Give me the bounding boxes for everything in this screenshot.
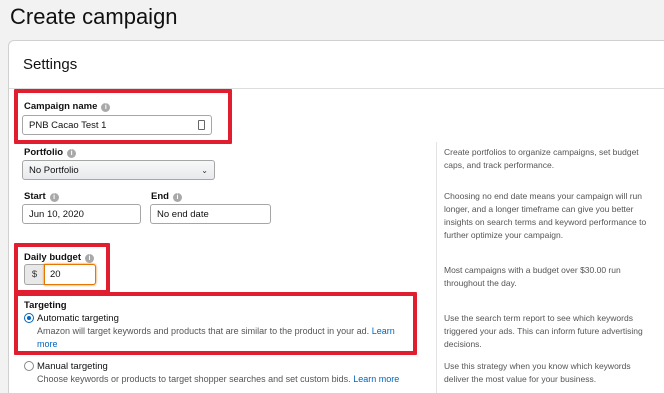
portfolio-select[interactable]: No Portfolio ⌄ [22, 160, 215, 180]
manual-targeting-radio[interactable] [24, 361, 34, 371]
highlight-box-daily-budget [14, 243, 110, 294]
info-icon[interactable]: i [172, 193, 182, 202]
settings-title: Settings [23, 56, 78, 73]
portfolio-label: Portfolio i [24, 147, 77, 158]
chevron-down-icon: ⌄ [201, 165, 208, 175]
portfolio-label-text: Portfolio [24, 147, 64, 158]
manual-targeting-learn-more-link[interactable]: Learn more [353, 374, 399, 384]
manual-targeting-help: Use this strategy when you know which ke… [444, 361, 631, 384]
highlight-box-campaign-name [14, 89, 232, 144]
manual-targeting-description-text: Choose keywords or products to target sh… [37, 374, 351, 384]
portfolio-help: Create portfolios to organize campaigns,… [444, 147, 639, 170]
info-icon[interactable]: i [49, 193, 59, 202]
end-label: End i [151, 191, 182, 202]
end-date-value: No end date [157, 208, 209, 220]
portfolio-selected: No Portfolio [29, 164, 79, 176]
manual-targeting-description: Choose keywords or products to target sh… [37, 373, 427, 386]
end-label-text: End [151, 191, 169, 202]
page-title: Create campaign [10, 4, 178, 29]
info-icon[interactable]: i [67, 149, 77, 158]
end-help: Choosing no end date means your campaign… [444, 191, 647, 240]
start-label-text: Start [24, 191, 46, 202]
settings-header: Settings [9, 41, 664, 89]
daily-budget-help: Most campaigns with a budget over $30.00… [444, 265, 621, 288]
end-date-input[interactable]: No end date [150, 204, 271, 224]
help-divider [436, 142, 437, 393]
start-date-input[interactable]: Jun 10, 2020 [22, 204, 141, 224]
manual-targeting-label[interactable]: Manual targeting [37, 361, 108, 372]
start-label: Start i [24, 191, 59, 202]
automatic-targeting-help: Use the search term report to see which … [444, 313, 643, 349]
highlight-box-targeting [14, 292, 417, 355]
start-date-value: Jun 10, 2020 [29, 208, 84, 220]
